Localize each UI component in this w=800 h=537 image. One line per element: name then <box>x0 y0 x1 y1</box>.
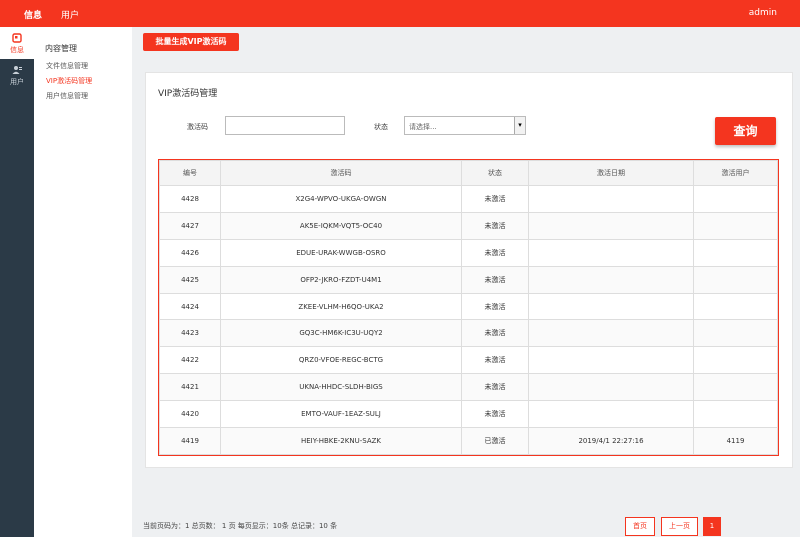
cell-id: 4425 <box>159 265 221 294</box>
cell-date <box>528 265 694 294</box>
cell-id: 4427 <box>159 211 221 240</box>
col-header-code: 激活码 <box>220 160 462 186</box>
cell-user <box>693 185 778 213</box>
cell-date <box>528 211 694 240</box>
table-row: 4422 QRZ0-VFOE-REGC-BCTG 未激活 <box>159 346 778 375</box>
chevron-down-icon: ▾ <box>514 117 525 134</box>
cell-user <box>693 319 778 348</box>
cell-user <box>693 211 778 240</box>
cell-user <box>693 346 778 375</box>
cell-date <box>528 238 694 267</box>
table-row: 4427 AK5E-IQKM-VQT5-OC40 未激活 <box>159 211 778 240</box>
cell-user <box>693 265 778 294</box>
cell-code: HEIY-HBKE-2KNU-SAZK <box>220 427 462 455</box>
status-select[interactable]: 请选择... ▾ <box>404 116 526 135</box>
leftbar-item-info-label: 信息 <box>10 46 24 54</box>
subnav-item-vip-code[interactable]: VIP激活码管理 <box>46 76 92 86</box>
cell-date <box>528 400 694 429</box>
cell-user: 4119 <box>693 427 778 455</box>
admin-user-link[interactable]: admin <box>749 8 777 18</box>
cell-status: 未激活 <box>461 400 529 429</box>
code-label: 激活码 <box>187 123 208 131</box>
code-table: 编号 激活码 状态 激活日期 激活用户 4428 X2G4-WPVO-UKGA-O… <box>158 159 779 456</box>
cell-date <box>528 185 694 213</box>
cell-status: 未激活 <box>461 292 529 321</box>
left-icon-bar: 信息 用户 <box>0 27 34 537</box>
cell-code: ZKEE-VLHM-H6QO-UKA2 <box>220 292 462 321</box>
cell-id: 4419 <box>159 427 221 455</box>
cell-code: EMTO-VAUF-1EAZ-SULJ <box>220 400 462 429</box>
cell-id: 4428 <box>159 185 221 213</box>
cell-id: 4421 <box>159 373 221 402</box>
table-row: 4428 X2G4-WPVO-UKGA-OWGN 未激活 <box>159 185 778 213</box>
first-page-button[interactable]: 首页 <box>625 517 655 536</box>
sub-nav: 内容管理 文件信息管理 VIP激活码管理 用户信息管理 <box>34 27 132 537</box>
col-header-id: 编号 <box>159 160 221 186</box>
cell-date: 2019/4/1 22:27:16 <box>528 427 694 455</box>
vip-code-panel: VIP激活码管理 激活码 状态 请选择... ▾ 查询 编号 激活码 状态 激活… <box>145 72 793 468</box>
table-body: 4428 X2G4-WPVO-UKGA-OWGN 未激活 4427 AK5E-IQKM-… <box>159 185 778 455</box>
cell-date <box>528 373 694 402</box>
cell-status: 已激活 <box>461 427 529 455</box>
table-row: 4421 UKNA-HHDC-SLDH-BIGS 未激活 <box>159 373 778 402</box>
users-icon <box>12 66 22 74</box>
table-row: 4425 OFP2-JKRO-FZDT-U4M1 未激活 <box>159 265 778 294</box>
top-bar: 信息 用户 admin <box>0 0 800 27</box>
cell-status: 未激活 <box>461 373 529 402</box>
top-nav-user[interactable]: 用户 <box>61 8 79 21</box>
panel-title: VIP激活码管理 <box>158 89 218 99</box>
batch-generate-button[interactable]: 批量生成VIP激活码 <box>143 33 239 51</box>
leftbar-item-user-label: 用户 <box>10 78 24 86</box>
cell-status: 未激活 <box>461 185 529 213</box>
col-header-date: 激活日期 <box>528 160 694 186</box>
cell-code: GQ3C-HM6K-IC3U-UQY2 <box>220 319 462 348</box>
cell-date <box>528 319 694 348</box>
pagination-summary: 当前页码为：1 总页数： 1 页 每页显示：10条 总记录：10 条 <box>143 522 338 530</box>
cell-status: 未激活 <box>461 211 529 240</box>
cell-status: 未激活 <box>461 346 529 375</box>
cell-status: 未激活 <box>461 238 529 267</box>
prev-page-button[interactable]: 上一页 <box>661 517 698 536</box>
cell-user <box>693 373 778 402</box>
cell-user <box>693 292 778 321</box>
cell-date <box>528 346 694 375</box>
cell-id: 4426 <box>159 238 221 267</box>
table-row: 4426 EDUE-URAK-WWGB-OSRO 未激活 <box>159 238 778 267</box>
subnav-title: 内容管理 <box>45 44 77 53</box>
query-button[interactable]: 查询 <box>715 117 776 145</box>
cell-status: 未激活 <box>461 319 529 348</box>
cell-code: OFP2-JKRO-FZDT-U4M1 <box>220 265 462 294</box>
table-row: 4423 GQ3C-HM6K-IC3U-UQY2 未激活 <box>159 319 778 348</box>
cell-user <box>693 238 778 267</box>
leftbar-item-info[interactable]: 信息 <box>0 27 34 59</box>
cell-id: 4423 <box>159 319 221 348</box>
cell-code: UKNA-HHDC-SLDH-BIGS <box>220 373 462 402</box>
leftbar-item-user[interactable]: 用户 <box>0 59 34 91</box>
cell-code: EDUE-URAK-WWGB-OSRO <box>220 238 462 267</box>
subnav-item-user-info[interactable]: 用户信息管理 <box>46 91 88 101</box>
cell-date <box>528 292 694 321</box>
info-panel-icon <box>12 33 22 43</box>
cell-id: 4420 <box>159 400 221 429</box>
col-header-user: 激活用户 <box>693 160 778 186</box>
table-row: 4419 HEIY-HBKE-2KNU-SAZK 已激活 2019/4/1 22:27… <box>159 427 778 455</box>
status-label: 状态 <box>374 123 388 131</box>
status-selected-value: 请选择... <box>409 123 437 131</box>
code-input[interactable] <box>225 116 345 135</box>
table-row: 4424 ZKEE-VLHM-H6QO-UKA2 未激活 <box>159 292 778 321</box>
subnav-item-file-info[interactable]: 文件信息管理 <box>46 61 88 71</box>
cell-status: 未激活 <box>461 265 529 294</box>
table-row: 4420 EMTO-VAUF-1EAZ-SULJ 未激活 <box>159 400 778 429</box>
cell-id: 4424 <box>159 292 221 321</box>
col-header-status: 状态 <box>461 160 529 186</box>
cell-id: 4422 <box>159 346 221 375</box>
cell-code: QRZ0-VFOE-REGC-BCTG <box>220 346 462 375</box>
cell-code: AK5E-IQKM-VQT5-OC40 <box>220 211 462 240</box>
current-page-button[interactable]: 1 <box>703 517 721 536</box>
cell-user <box>693 400 778 429</box>
cell-code: X2G4-WPVO-UKGA-OWGN <box>220 185 462 213</box>
top-nav-info[interactable]: 信息 <box>24 8 42 21</box>
